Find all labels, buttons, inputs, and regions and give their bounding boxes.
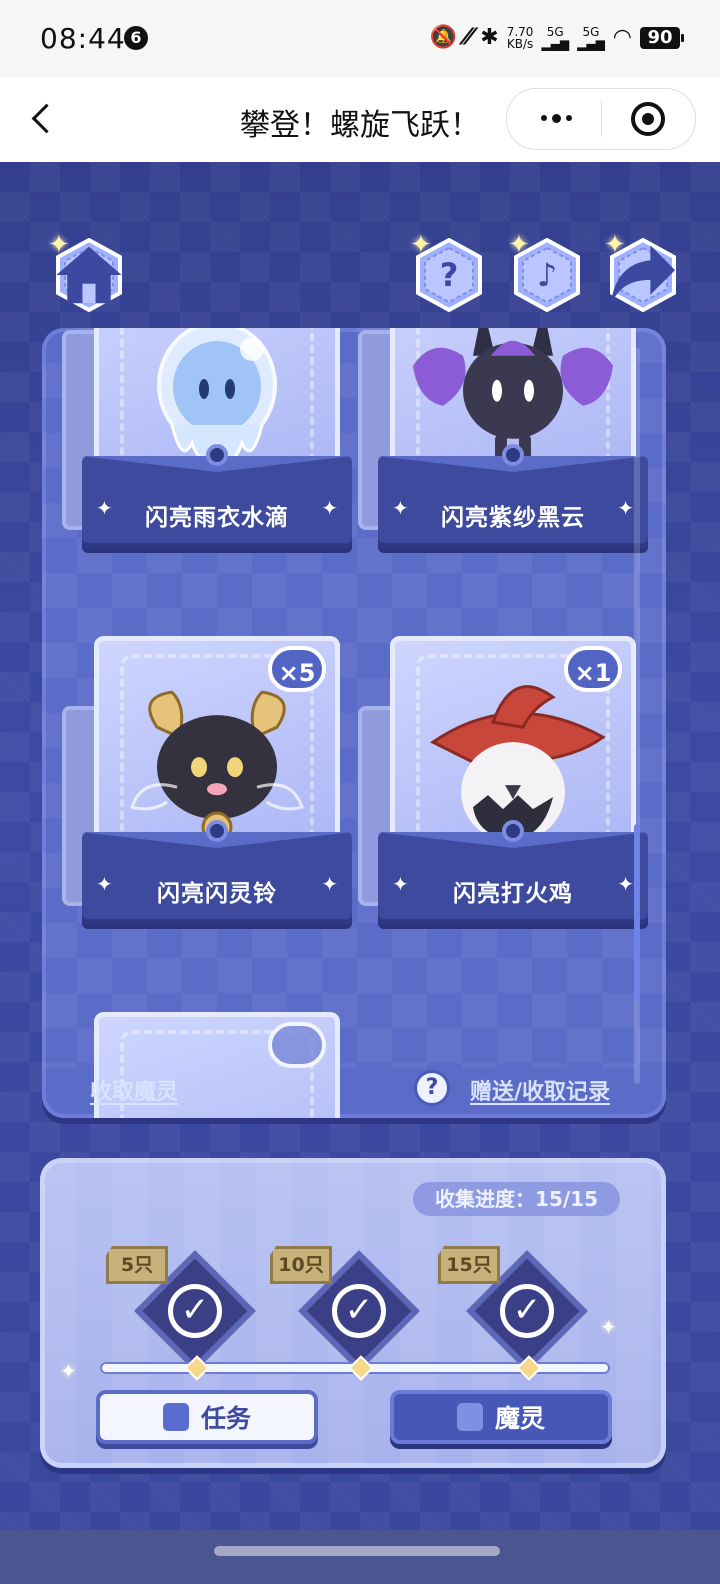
card-collection-panel[interactable]: ✦ 闪亮雨衣水滴 ✦ ✦ 闪亮紫纱黑云 ✦ ×5 ✦ 闪亮闪灵铃 ✦ ×1 ✦ … — [42, 328, 666, 1118]
milestone-tag: 15只 — [438, 1246, 500, 1284]
clock: 08:44 — [40, 22, 126, 55]
mini-program-title-bar: 攀登！螺旋飞跃！ — [0, 78, 720, 162]
milestone-tag: 5只 — [106, 1246, 168, 1284]
card-name: 闪亮雨衣水滴 — [145, 505, 289, 531]
collection-progress-panel: 收集进度：15/15 ✓ 5只 ✓ 10只 ✓ 15只 ✦ ✦ 任务 魔灵 — [40, 1158, 666, 1468]
back-button[interactable] — [20, 96, 64, 140]
more-dot-icon — [540, 115, 547, 121]
checkmark-icon: ✓ — [168, 1284, 222, 1338]
target-icon — [642, 113, 654, 125]
system-icons: 🔕 ⁄⁄ ✱ 7.70 KB/s 5G ▂▄▆ 5G ▂▄▆ ◠ 90 — [429, 20, 684, 56]
battery-icon: 90 — [640, 27, 684, 49]
notification-count-badge: 6 — [124, 26, 148, 50]
sparkle-icon: ✦ — [60, 1359, 77, 1383]
folder-add-icon — [456, 1403, 483, 1431]
card-count-badge: ×5 — [268, 646, 326, 692]
star-icon: ✦ — [321, 496, 338, 520]
sparkle-icon: ✦ — [604, 230, 626, 260]
page-title: 攀登！螺旋飞跃！ — [240, 108, 480, 143]
music-toggle-button[interactable]: ♪ ✦ — [508, 232, 584, 312]
task-button-label: 任务 — [200, 1404, 251, 1433]
spirit-card[interactable]: ×5 ✦ 闪亮闪灵铃 ✦ — [62, 636, 352, 981]
capsule-divider — [601, 101, 602, 137]
card-count-badge: ×1 — [564, 646, 622, 692]
task-button[interactable]: 任务 — [96, 1390, 318, 1444]
game-area: ✦ ? ✦ ♪ ✦ ✦ ✦ 闪亮雨衣水滴 ✦ ✦ 闪亮紫纱黑云 ✦ ×5 ✦ 闪… — [0, 162, 720, 1584]
help-button[interactable]: ? ✦ — [410, 232, 486, 312]
mute-bell-icon: 🔕 — [429, 25, 457, 50]
pocket-button-dot — [502, 444, 524, 466]
question-icon[interactable]: ? — [414, 1070, 450, 1106]
bluetooth-icon: ✱ — [480, 25, 499, 50]
network-speed: 7.70 KB/s — [507, 26, 534, 50]
spirit-button-label: 魔灵 — [494, 1404, 545, 1433]
sparkle-icon: ✦ — [600, 1315, 617, 1339]
pocket-button-dot — [206, 820, 228, 842]
star-icon: ✦ — [321, 872, 338, 896]
sparkle-icon: ✦ — [48, 230, 70, 260]
sparkle-icon: ✦ — [508, 230, 530, 260]
home-button[interactable]: ✦ — [48, 232, 126, 312]
collection-progress-label: 收集进度：15/15 — [413, 1182, 620, 1216]
card-name: 闪亮闪灵铃 — [157, 881, 277, 907]
gift-records-link[interactable]: 赠送/收取记录 — [470, 1074, 610, 1106]
network-speed-unit: KB/s — [506, 37, 534, 51]
pocket-button-dot — [502, 820, 524, 842]
card-name: 闪亮紫纱黑云 — [441, 505, 585, 531]
card-count-badge — [268, 1022, 326, 1068]
status-bar: 08:44 6 🔕 ⁄⁄ ✱ 7.70 KB/s 5G ▂▄▆ 5G ▂▄▆ ◠ 9… — [0, 0, 720, 78]
capsule-menu — [506, 88, 696, 150]
card-grid: ✦ 闪亮雨衣水滴 ✦ ✦ 闪亮紫纱黑云 ✦ ×5 ✦ 闪亮闪灵铃 ✦ ×1 ✦ … — [42, 328, 666, 1118]
star-icon: ✦ — [617, 872, 634, 896]
checkmark-icon: ✓ — [500, 1284, 554, 1338]
panel-footer: 收取魔灵 ? 赠送/收取记录 — [42, 1070, 666, 1118]
spirit-card[interactable]: ✦ 闪亮紫纱黑云 ✦ — [358, 328, 648, 605]
spirit-card[interactable]: ×1 ✦ 闪亮打火鸡 ✦ — [358, 636, 648, 981]
card-name: 闪亮打火鸡 — [453, 881, 573, 907]
signal-icon-1: 5G ▂▄▆ — [541, 25, 570, 51]
star-icon: ✦ — [617, 496, 634, 520]
scrollbar-thumb[interactable] — [634, 824, 640, 1002]
signal-icon-2: 5G ▂▄▆ — [577, 25, 605, 51]
checkmark-icon: ✓ — [332, 1284, 386, 1338]
close-mini-program-button[interactable] — [631, 102, 665, 136]
sparkle-icon: ✦ — [410, 230, 432, 260]
home-indicator[interactable] — [214, 1546, 500, 1556]
more-button[interactable] — [535, 105, 577, 131]
pocket-button-dot — [206, 444, 228, 466]
gesture-area — [0, 1530, 720, 1584]
spirit-button[interactable]: 魔灵 — [390, 1390, 612, 1444]
wifi-icon: ◠ — [612, 25, 632, 50]
spirit-card[interactable]: ✦ 闪亮雨衣水滴 ✦ — [62, 328, 352, 605]
chevron-left-icon — [31, 103, 61, 133]
share-button[interactable]: ✦ — [604, 232, 680, 312]
more-dot-icon — [551, 113, 561, 123]
nfc-icon: ⁄⁄ — [464, 25, 473, 50]
milestone-tag: 10只 — [270, 1246, 332, 1284]
collect-spirits-link[interactable]: 收取魔灵 — [90, 1074, 178, 1106]
more-dot-icon — [565, 115, 572, 121]
ticket-edge — [40, 1158, 666, 1166]
task-document-icon — [162, 1403, 189, 1431]
scrollbar[interactable] — [634, 348, 640, 1084]
